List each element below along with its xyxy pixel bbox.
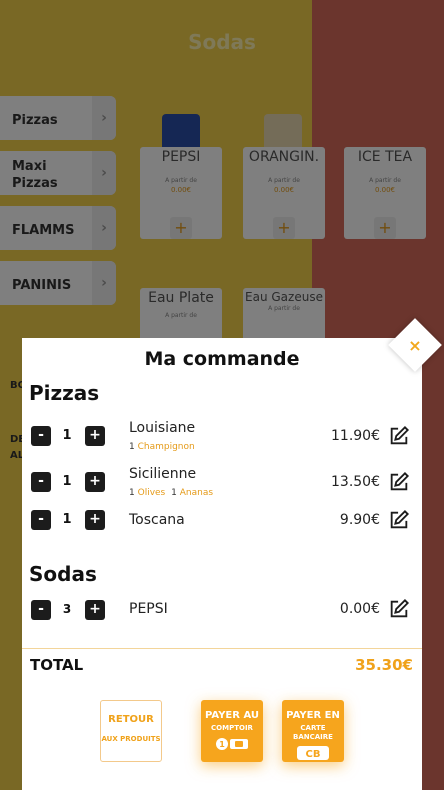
decrease-quantity-button[interactable]: - [31, 510, 51, 530]
decrease-quantity-button[interactable]: - [31, 472, 51, 492]
decrease-quantity-button[interactable]: - [31, 600, 51, 620]
close-icon[interactable]: × [396, 326, 434, 364]
item-name: Louisiane [129, 420, 196, 436]
back-to-products-button[interactable]: RETOUR AUX PRODUITS [100, 700, 162, 762]
item-price: 11.90€ [331, 428, 380, 444]
item-name: Toscana [129, 512, 185, 528]
decrease-quantity-button[interactable]: - [31, 426, 51, 446]
item-name: Sicilienne [129, 466, 197, 482]
button-label: PAYER AU [205, 710, 259, 721]
item-quantity: 1 [62, 512, 72, 527]
item-options: 1 Champignon [129, 442, 198, 452]
item-price: 13.50€ [331, 474, 380, 490]
total-label: TOTAL [30, 656, 84, 674]
section-title-pizzas: Pizzas [29, 381, 100, 405]
increase-quantity-button[interactable]: + [85, 510, 105, 530]
svg-text:1: 1 [219, 740, 225, 749]
option-count: 1 [171, 488, 177, 498]
option-label: Champignon [137, 442, 195, 452]
option-count: 1 [129, 488, 135, 498]
item-price: 9.90€ [339, 512, 380, 528]
button-label: RETOUR [108, 714, 154, 725]
increase-quantity-button[interactable]: + [85, 472, 105, 492]
item-price: 0.00€ [339, 601, 380, 617]
increase-quantity-button[interactable]: + [85, 600, 105, 620]
section-title-sodas: Sodas [29, 562, 97, 586]
increase-quantity-button[interactable]: + [85, 426, 105, 446]
option-label: Olives [137, 488, 166, 498]
cash-icon: 1 [216, 738, 248, 750]
credit-card-icon: CB [297, 746, 329, 760]
option-label: Ananas [179, 488, 214, 498]
edit-icon[interactable] [388, 509, 410, 531]
edit-icon[interactable] [388, 598, 410, 620]
pay-at-counter-button[interactable]: PAYER AU COMPTOIR 1 [201, 700, 263, 762]
order-modal: Ma commande Pizzas - 1 + Louisiane 1 Cha… [22, 338, 422, 790]
modal-title: Ma commande [144, 348, 300, 370]
pay-by-card-button[interactable]: PAYER EN CARTE BANCAIRE CB [282, 700, 344, 762]
button-sublabel: CARTE BANCAIRE [293, 724, 333, 741]
button-sublabel: COMPTOIR [211, 724, 253, 732]
button-sublabel: AUX PRODUITS [101, 735, 161, 743]
total-value: 35.30€ [355, 656, 413, 674]
total-divider [22, 648, 422, 649]
item-name: PEPSI [129, 601, 168, 617]
item-quantity: 1 [62, 474, 72, 489]
button-label: PAYER EN [286, 710, 340, 721]
item-quantity: 1 [62, 428, 72, 443]
edit-icon[interactable] [388, 471, 410, 493]
item-options: 1 Olives 1 Ananas [129, 488, 216, 498]
item-quantity: 3 [62, 602, 72, 616]
svg-text:CB: CB [306, 749, 321, 760]
option-count: 1 [129, 442, 135, 452]
edit-icon[interactable] [388, 425, 410, 447]
